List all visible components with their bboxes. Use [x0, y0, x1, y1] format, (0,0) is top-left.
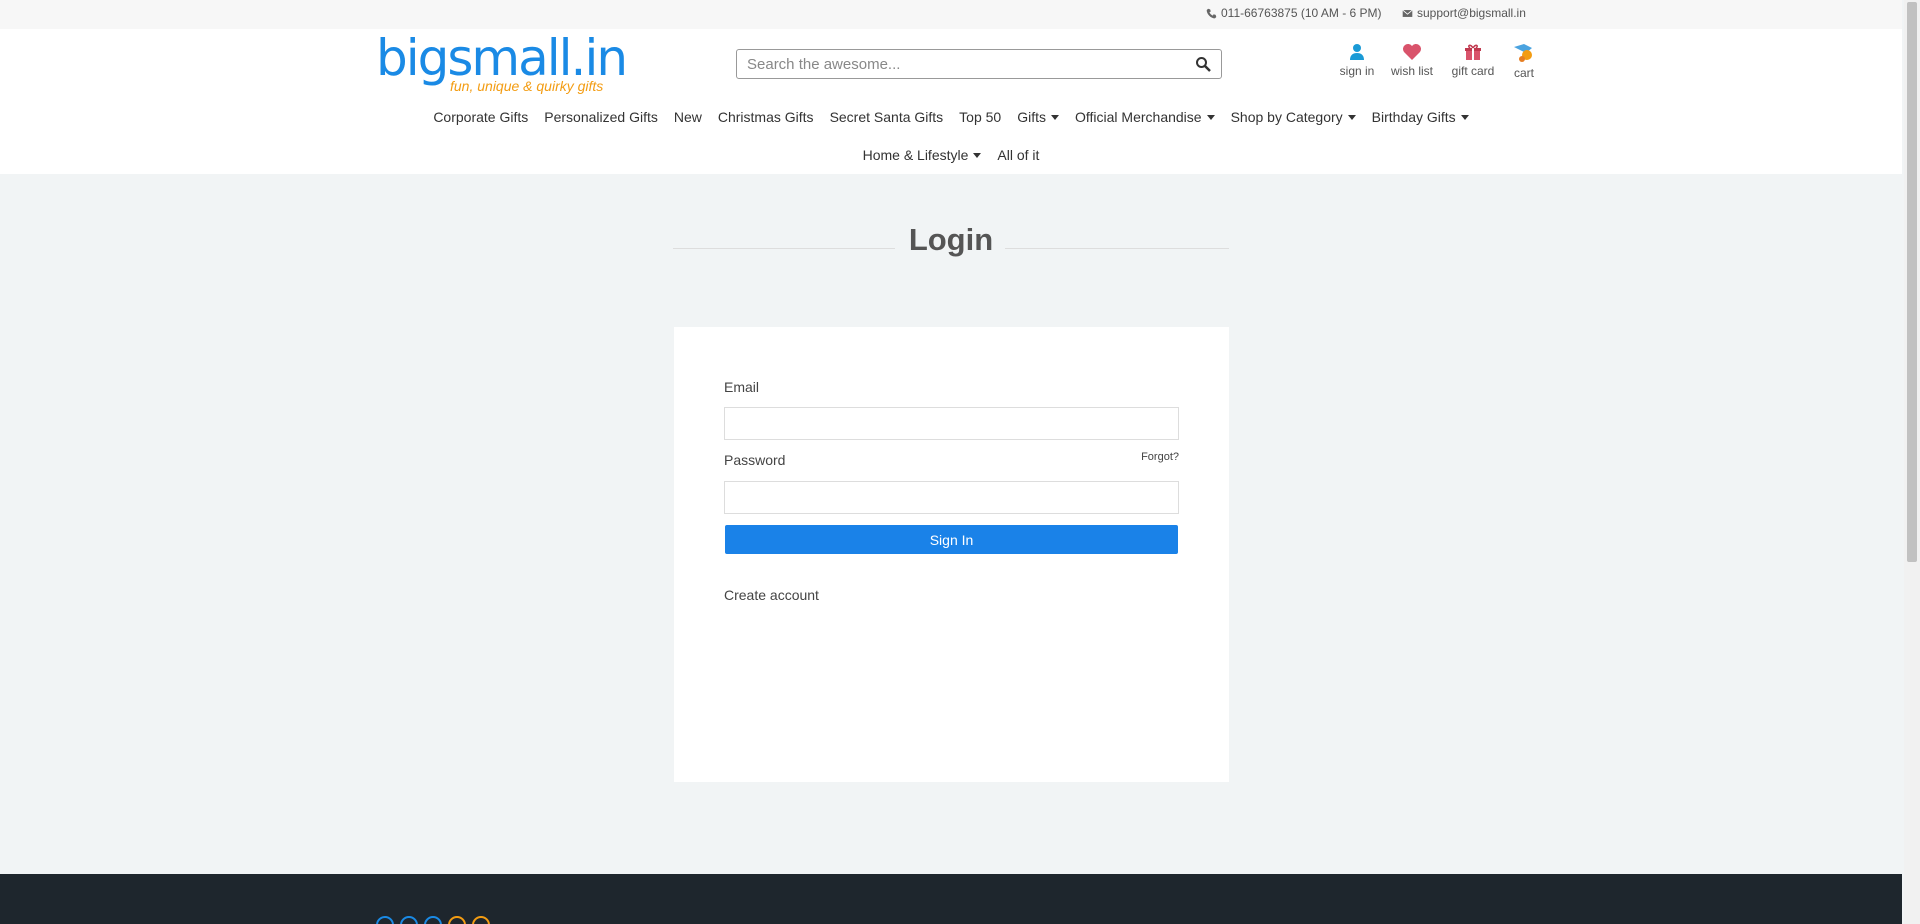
- email-text[interactable]: support@bigsmall.in: [1417, 6, 1526, 20]
- facebook-icon[interactable]: [376, 916, 394, 924]
- caret-down-icon: [973, 152, 982, 158]
- forgot-password-link[interactable]: Forgot?: [1141, 451, 1179, 463]
- nav-item-label: Christmas Gifts: [717, 109, 814, 125]
- main-nav-row-1: Corporate Gifts Personalized Gifts New Chri…: [0, 109, 1902, 125]
- nav-item-label: Birthday Gifts: [1371, 109, 1456, 125]
- cart-label: cart: [1513, 66, 1534, 80]
- nav-item-label: Official Merchandise: [1075, 109, 1202, 125]
- top-contact-bar: 011-66763875 (10 AM - 6 PM) support@bigs…: [0, 0, 1902, 29]
- password-label: Password: [724, 452, 786, 468]
- pinterest-icon[interactable]: [472, 916, 490, 924]
- instagram-icon[interactable]: [448, 916, 466, 924]
- cart-link[interactable]: cart: [1506, 43, 1542, 80]
- gift-card-label: gift card: [1451, 64, 1495, 78]
- nav-item-label: Secret Santa Gifts: [829, 109, 944, 125]
- gift-card-link[interactable]: gift card: [1446, 43, 1500, 78]
- nav-item-corporate-gifts[interactable]: Corporate Gifts: [425, 109, 536, 125]
- phone-contact: 011-66763875 (10 AM - 6 PM): [1206, 6, 1382, 20]
- gift-icon: [1465, 44, 1481, 60]
- wish-list-link[interactable]: wish list: [1387, 43, 1437, 78]
- caret-down-icon: [1460, 114, 1469, 120]
- nav-item-birthday-gifts[interactable]: Birthday Gifts: [1364, 109, 1477, 125]
- nav-item-shop-by-category[interactable]: Shop by Category: [1223, 109, 1364, 125]
- nav-item-official-merchandise[interactable]: Official Merchandise: [1067, 109, 1223, 125]
- login-title-block: Login: [673, 218, 1229, 262]
- nav-item-secret-santa-gifts[interactable]: Secret Santa Gifts: [822, 109, 952, 125]
- phone-icon: [1206, 8, 1217, 18]
- cart-icon: [1514, 44, 1532, 62]
- social-links: [376, 916, 490, 924]
- nav-item-christmas-gifts[interactable]: Christmas Gifts: [710, 109, 822, 125]
- email-contact[interactable]: support@bigsmall.in: [1402, 6, 1526, 20]
- nav-item-label: Personalized Gifts: [544, 109, 658, 125]
- main-nav-row-2: Home & Lifestyle All of it: [0, 147, 1902, 163]
- nav-item-label: Top 50: [959, 109, 1002, 125]
- nav-item-label: Shop by Category: [1230, 109, 1343, 125]
- nav-item-personalized-gifts[interactable]: Personalized Gifts: [536, 109, 666, 125]
- sign-in-link[interactable]: sign in: [1337, 43, 1377, 78]
- user-icon: [1350, 44, 1364, 60]
- title-divider-right: [1005, 248, 1229, 249]
- sign-in-button[interactable]: Sign In: [725, 525, 1178, 554]
- phone-text: 011-66763875 (10 AM - 6 PM): [1221, 6, 1382, 20]
- caret-down-icon: [1347, 114, 1356, 120]
- twitter-icon[interactable]: [400, 916, 418, 924]
- scrollbar-thumb[interactable]: [1907, 2, 1917, 562]
- nav-item-label: Gifts: [1017, 109, 1046, 125]
- search-box: [736, 49, 1222, 79]
- site-header: bigsmall.in fun, unique & quirky gifts s…: [0, 29, 1902, 174]
- nav-item-gifts[interactable]: Gifts: [1009, 109, 1067, 125]
- nav-item-label: Corporate Gifts: [433, 109, 529, 125]
- heart-icon: [1403, 44, 1421, 60]
- nav-item-label: New: [673, 109, 702, 125]
- nav-item-top-50[interactable]: Top 50: [951, 109, 1009, 125]
- email-label: Email: [724, 379, 760, 395]
- password-field[interactable]: [724, 481, 1179, 514]
- google-icon[interactable]: [424, 916, 442, 924]
- sign-in-label: sign in: [1339, 64, 1375, 78]
- wish-list-label: wish list: [1390, 64, 1433, 78]
- create-account-link[interactable]: Create account: [724, 587, 819, 603]
- nav-item-all-of-it[interactable]: All of it: [989, 147, 1047, 163]
- logo-wordmark: bigsmall.in: [376, 29, 628, 87]
- search-icon[interactable]: [1195, 56, 1211, 72]
- nav-item-new[interactable]: New: [666, 109, 710, 125]
- login-card: Email Password Forgot? Sign In Create ac…: [674, 327, 1229, 782]
- page-title: Login: [908, 222, 994, 257]
- caret-down-icon: [1051, 114, 1059, 120]
- site-logo[interactable]: bigsmall.in fun, unique & quirky gifts: [376, 29, 628, 95]
- nav-item-label: Home & Lifestyle: [862, 147, 969, 163]
- page-scrollbar[interactable]: [1904, 0, 1920, 924]
- search-input[interactable]: [737, 50, 1177, 78]
- site-footer: [0, 874, 1902, 924]
- email-field[interactable]: [724, 407, 1179, 440]
- nav-item-label: All of it: [997, 147, 1040, 163]
- nav-item-home-lifestyle[interactable]: Home & Lifestyle: [855, 147, 990, 163]
- caret-down-icon: [1206, 114, 1215, 120]
- logo-tagline: fun, unique & quirky gifts: [450, 78, 604, 94]
- envelope-icon: [1402, 9, 1413, 17]
